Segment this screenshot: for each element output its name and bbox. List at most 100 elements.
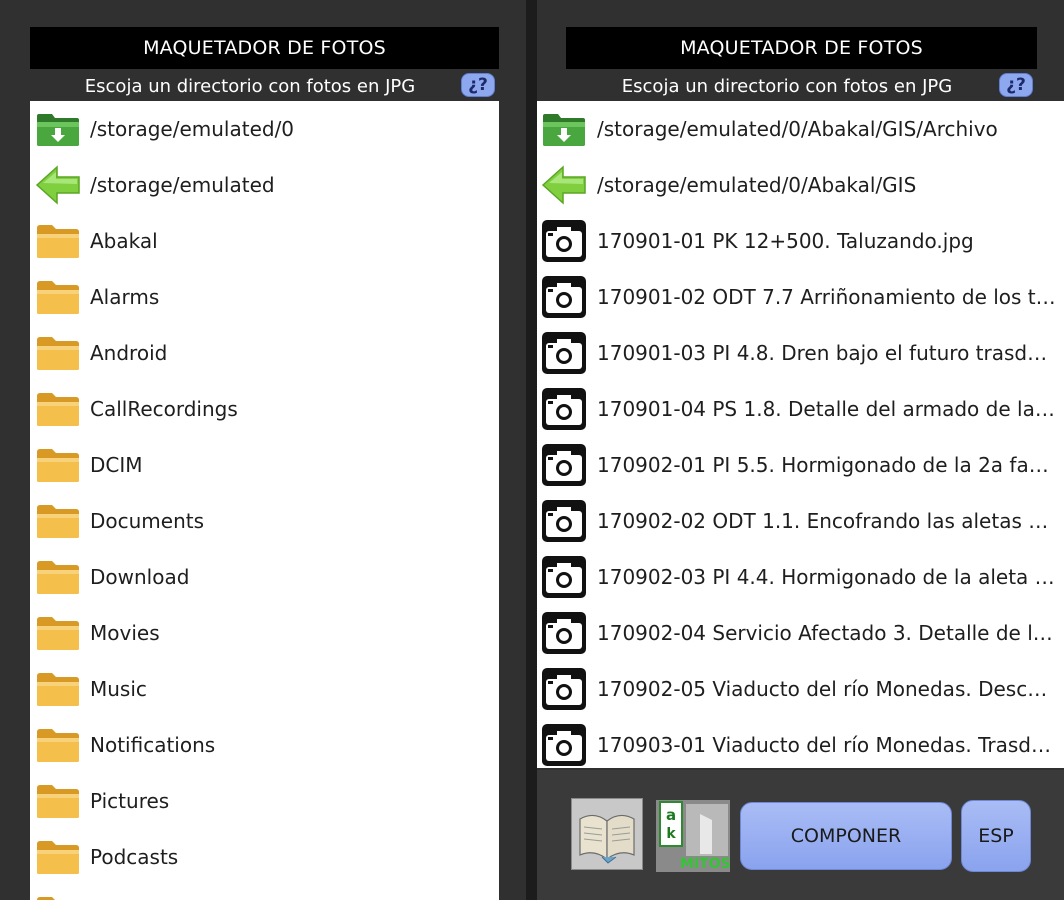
- right-item-label: 170901-04 PS 1.8. Detalle del armado de …: [597, 397, 1056, 421]
- folder-icon: [35, 837, 81, 877]
- instruction-text: Escoja un directorio con fotos en JPG: [84, 75, 416, 97]
- instruction-text: Escoja un directorio con fotos en JPG: [621, 75, 953, 97]
- folder-icon: [35, 445, 81, 485]
- camera-icon: [541, 668, 587, 710]
- camera-icon: [541, 444, 587, 486]
- right-item-label: /storage/emulated/0/Abakal/GIS/Archivo: [597, 117, 998, 141]
- right-list-item[interactable]: /storage/emulated/0/Abakal/GIS: [537, 157, 1064, 213]
- folder-icon: [35, 613, 81, 653]
- left-item-label: Documents: [90, 509, 205, 533]
- left-list-item[interactable]: [30, 885, 499, 900]
- logo-text: MITOS: [680, 856, 730, 872]
- left-list-item[interactable]: Documents: [30, 493, 499, 549]
- photo-list: /storage/emulated/0/Abakal/GIS/Archivo/s…: [537, 101, 1064, 768]
- help-button[interactable]: ¿?: [999, 73, 1033, 97]
- book-button[interactable]: [571, 798, 643, 870]
- folder-icon: [35, 725, 81, 765]
- directory-list: /storage/emulated/0/storage/emulated Abak…: [30, 101, 499, 900]
- left-list-item[interactable]: Movies: [30, 605, 499, 661]
- folder-icon: [35, 781, 81, 821]
- left-item-label: Alarms: [90, 285, 160, 309]
- left-panel: MAQUETADOR DE FOTOS Escoja un directorio…: [0, 0, 526, 900]
- right-list-item[interactable]: 170901-01 PK 12+500. Taluzando.jpg: [537, 213, 1064, 269]
- right-list-item[interactable]: 170901-02 ODT 7.7 Arriñonamiento de los …: [537, 269, 1064, 325]
- left-item-label: /storage/emulated: [90, 173, 275, 197]
- left-list-item[interactable]: Android: [30, 325, 499, 381]
- right-item-label: 170902-01 PI 5.5. Hormigonado de la 2a f…: [597, 453, 1056, 477]
- camera-icon: [541, 332, 587, 374]
- right-item-label: 170901-01 PK 12+500. Taluzando.jpg: [597, 229, 974, 253]
- left-list-item[interactable]: Abakal: [30, 213, 499, 269]
- abakal-logo-button[interactable]: a k MITOS: [656, 800, 731, 872]
- right-item-label: 170901-03 PI 4.8. Dren bajo el futuro tr…: [597, 341, 1056, 365]
- left-list-item[interactable]: /storage/emulated: [30, 157, 499, 213]
- right-item-label: 170903-01 Viaducto del río Monedas. Tras…: [597, 733, 1056, 757]
- folder-icon: [35, 277, 81, 317]
- left-item-label: Notifications: [90, 733, 216, 757]
- folder-icon: [35, 893, 81, 900]
- help-button[interactable]: ¿?: [461, 73, 495, 97]
- right-list-item[interactable]: 170902-02 ODT 1.1. Encofrando las aletas…: [537, 493, 1064, 549]
- right-list-item[interactable]: 170902-03 PI 4.4. Hormigonado de la alet…: [537, 549, 1064, 605]
- download-folder-icon: [541, 109, 587, 149]
- camera-icon: [541, 724, 587, 766]
- right-list-item[interactable]: 170901-04 PS 1.8. Detalle del armado de …: [537, 381, 1064, 437]
- right-list-item[interactable]: 170901-03 PI 4.8. Dren bajo el futuro tr…: [537, 325, 1064, 381]
- abakal-logo-icon: a k MITOS: [656, 800, 731, 872]
- camera-icon: [541, 500, 587, 542]
- left-item-label: Pictures: [90, 789, 170, 813]
- left-list-item[interactable]: DCIM: [30, 437, 499, 493]
- bottom-toolbar: a k MITOS COMPONER ESP: [537, 770, 1064, 900]
- camera-icon: [541, 276, 587, 318]
- right-list-item[interactable]: 170902-05 Viaducto del río Monedas. Desc…: [537, 661, 1064, 717]
- left-item-label: CallRecordings: [90, 397, 238, 421]
- folder-icon: [35, 333, 81, 373]
- left-list-item[interactable]: Alarms: [30, 269, 499, 325]
- svg-text:k: k: [666, 826, 676, 842]
- compose-button[interactable]: COMPONER: [740, 802, 952, 870]
- left-item-label: Abakal: [90, 229, 158, 253]
- camera-icon: [541, 220, 587, 262]
- left-item-label: Music: [90, 677, 147, 701]
- right-list-item[interactable]: /storage/emulated/0/Abakal/GIS/Archivo: [537, 101, 1064, 157]
- camera-icon: [541, 388, 587, 430]
- right-list-item[interactable]: 170902-04 Servicio Afectado 3. Detalle d…: [537, 605, 1064, 661]
- right-item-label: /storage/emulated/0/Abakal/GIS: [597, 173, 917, 197]
- right-list-item[interactable]: 170902-01 PI 5.5. Hormigonado de la 2a f…: [537, 437, 1064, 493]
- left-list-item[interactable]: Download: [30, 549, 499, 605]
- folder-icon: [35, 557, 81, 597]
- right-item-label: 170902-04 Servicio Afectado 3. Detalle d…: [597, 621, 1056, 645]
- camera-icon: [541, 612, 587, 654]
- right-item-label: 170902-03 PI 4.4. Hormigonado de la alet…: [597, 565, 1056, 589]
- back-arrow-icon: [35, 165, 81, 205]
- right-item-label: 170902-05 Viaducto del río Monedas. Desc…: [597, 677, 1056, 701]
- left-item-label: DCIM: [90, 453, 143, 477]
- left-item-label: /storage/emulated/0: [90, 117, 295, 141]
- right-panel: MAQUETADOR DE FOTOS Escoja un directorio…: [537, 0, 1064, 900]
- folder-icon: [35, 389, 81, 429]
- left-item-label: Movies: [90, 621, 160, 645]
- right-item-label: 170902-02 ODT 1.1. Encofrando las aletas…: [597, 509, 1056, 533]
- folder-icon: [35, 501, 81, 541]
- app-title: MAQUETADOR DE FOTOS: [30, 27, 499, 69]
- left-list-item[interactable]: CallRecordings: [30, 381, 499, 437]
- svg-text:a: a: [666, 806, 676, 824]
- folder-icon: [35, 669, 81, 709]
- left-list-item[interactable]: /storage/emulated/0: [30, 101, 499, 157]
- right-list-item[interactable]: 170903-01 Viaducto del río Monedas. Tras…: [537, 717, 1064, 768]
- left-item-label: Android: [90, 341, 168, 365]
- camera-icon: [541, 556, 587, 598]
- left-item-label: Podcasts: [90, 845, 179, 869]
- language-button[interactable]: ESP: [961, 800, 1031, 872]
- app-title: MAQUETADOR DE FOTOS: [566, 27, 1037, 69]
- right-item-label: 170901-02 ODT 7.7 Arriñonamiento de los …: [597, 285, 1056, 309]
- back-arrow-icon: [541, 165, 587, 205]
- book-icon: [572, 799, 642, 869]
- left-list-item[interactable]: Podcasts: [30, 829, 499, 885]
- panel-divider: [526, 0, 537, 900]
- left-list-item[interactable]: Music: [30, 661, 499, 717]
- left-list-item[interactable]: Notifications: [30, 717, 499, 773]
- download-folder-icon: [35, 109, 81, 149]
- left-list-item[interactable]: Pictures: [30, 773, 499, 829]
- left-item-label: Download: [90, 565, 190, 589]
